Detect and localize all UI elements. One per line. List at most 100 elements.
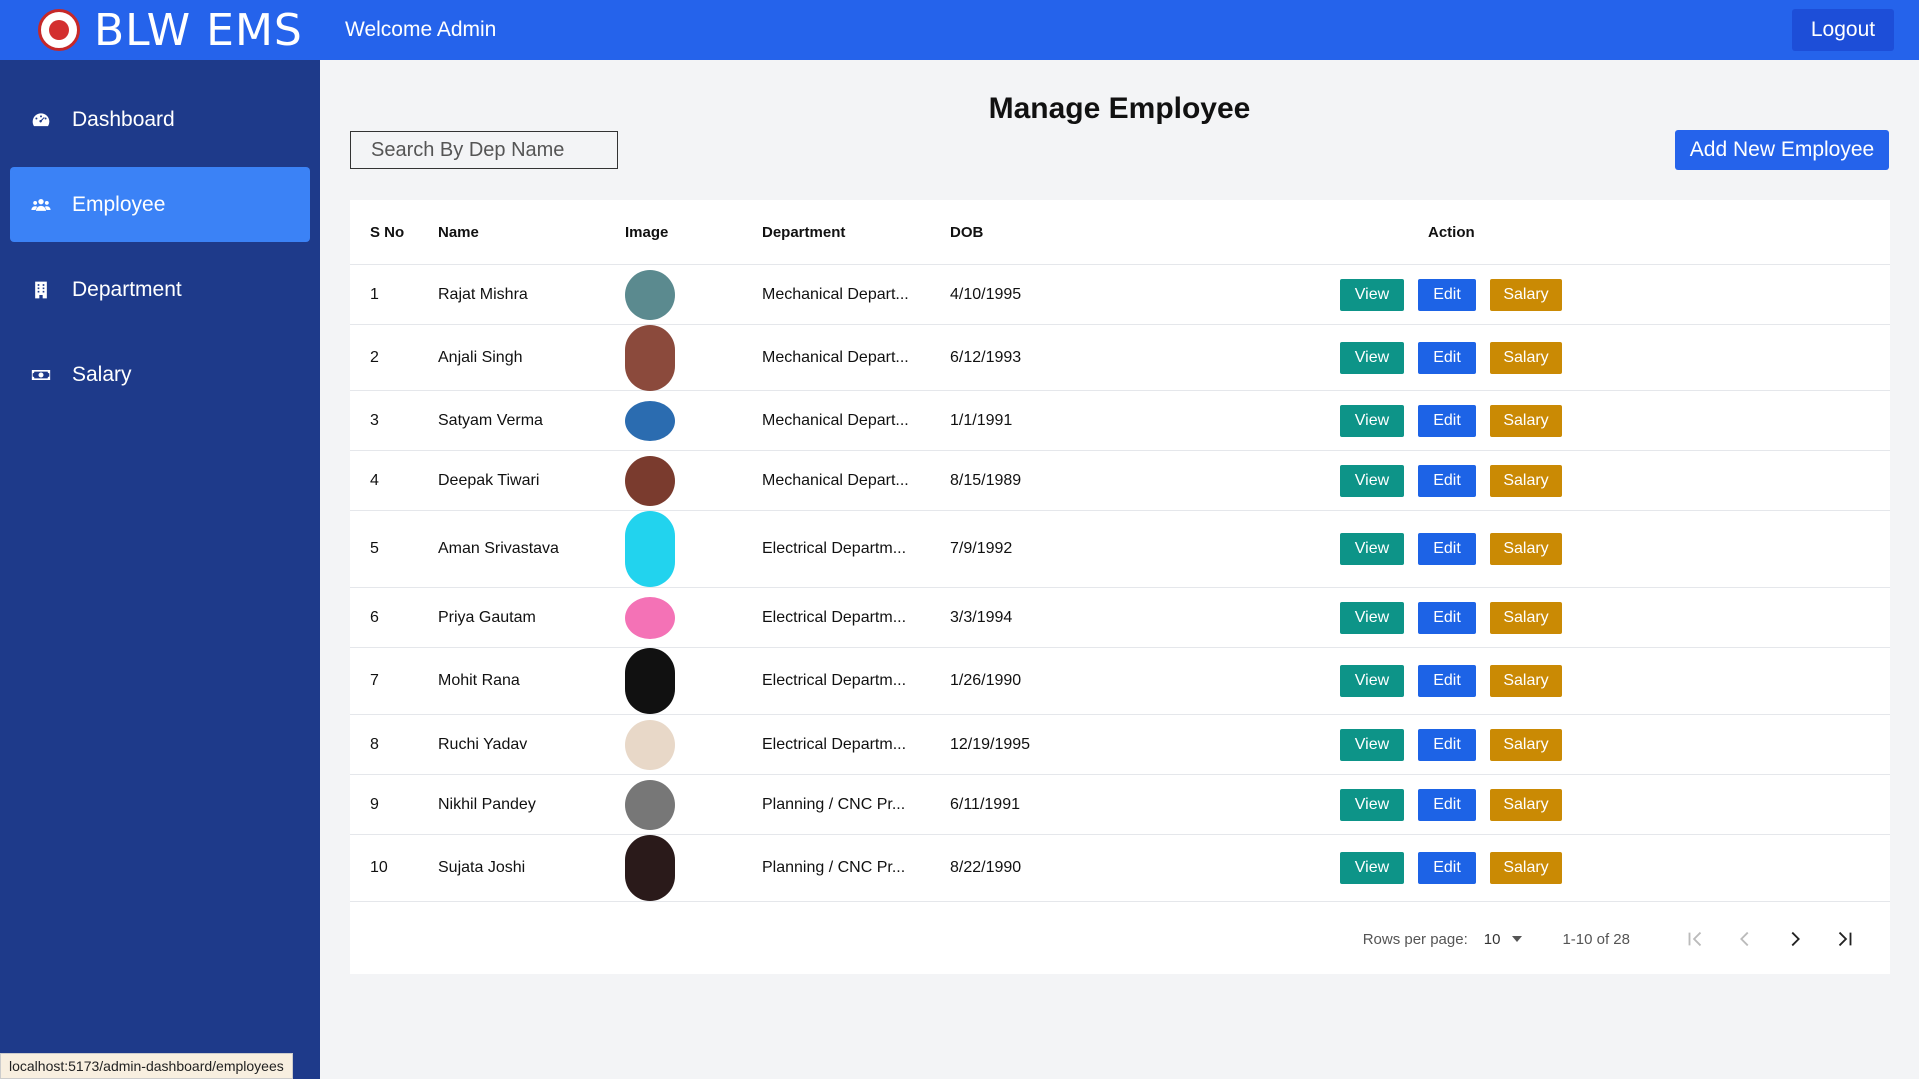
table-row: 7 Mohit Rana Electrical Departm... 1/26/199…	[350, 648, 1890, 715]
view-button[interactable]: View	[1340, 464, 1404, 497]
sidebar-item-label: Employee	[72, 192, 166, 216]
cell-department: Mechanical Depart...	[762, 411, 909, 429]
table-header: S No Name Image Department DOB Action	[350, 200, 1890, 265]
cell-dob: 8/22/1990	[950, 859, 1022, 876]
page-title: Manage Employee	[988, 92, 1251, 125]
cell-department: Electrical Departm...	[762, 735, 907, 753]
cell-department: Mechanical Depart...	[762, 471, 909, 489]
edit-button[interactable]: Edit	[1418, 533, 1476, 565]
salary-button[interactable]: Salary	[1490, 601, 1562, 634]
logout-button[interactable]: Logout	[1792, 9, 1894, 51]
cell-name: Sujata Joshi	[438, 859, 526, 876]
sidebar: BLW EMS Dashboard Employee Department Sa…	[0, 0, 320, 1079]
employee-avatar	[625, 835, 675, 901]
money-icon	[30, 364, 52, 386]
view-button[interactable]: View	[1340, 533, 1404, 565]
add-new-employee-button[interactable]: Add New Employee	[1675, 130, 1889, 170]
welcome-text: Welcome Admin	[345, 18, 497, 41]
view-button[interactable]: View	[1340, 665, 1404, 697]
table-row: 3 Satyam Verma Mechanical Depart... 1/1/199…	[350, 391, 1890, 451]
edit-button[interactable]: Edit	[1418, 788, 1476, 821]
cell-image	[625, 719, 762, 770]
cell-dob: 7/9/1992	[950, 540, 1013, 557]
cell-name: Anjali Singh	[438, 348, 523, 366]
cell-image	[625, 455, 762, 506]
users-icon	[30, 194, 52, 216]
cell-dob: 12/19/1995	[950, 735, 1031, 753]
table-row: 9 Nikhil Pandey Planning / CNC Pr... 6/11/1…	[350, 775, 1890, 835]
cell-sno: 9	[370, 795, 379, 813]
salary-button[interactable]: Salary	[1490, 852, 1562, 884]
cell-sno: 1	[370, 285, 379, 303]
first-page-button[interactable]	[1670, 919, 1720, 959]
cell-dob: 3/3/1994	[950, 608, 1013, 626]
next-page-button[interactable]	[1770, 919, 1820, 959]
salary-button[interactable]: Salary	[1490, 404, 1562, 437]
employee-avatar	[625, 779, 675, 830]
salary-button[interactable]: Salary	[1490, 665, 1562, 697]
column-header-name[interactable]: Name	[438, 224, 625, 241]
table-row: 1 Rajat Mishra Mechanical Depart... 4/10/19…	[350, 265, 1890, 325]
view-button[interactable]: View	[1340, 278, 1404, 311]
table-body: 1 Rajat Mishra Mechanical Depart... 4/10/19…	[350, 265, 1890, 902]
cell-image	[625, 835, 762, 901]
edit-button[interactable]: Edit	[1418, 601, 1476, 634]
pagination-range: 1-10 of 28	[1562, 930, 1630, 948]
edit-button[interactable]: Edit	[1418, 341, 1476, 374]
column-header-action: Action	[1428, 223, 1475, 241]
cell-name: Nikhil Pandey	[438, 795, 536, 813]
last-page-icon	[1838, 931, 1852, 947]
sidebar-item-salary[interactable]: Salary	[10, 337, 310, 412]
view-button[interactable]: View	[1340, 601, 1404, 634]
view-button[interactable]: View	[1340, 728, 1404, 761]
cell-dob: 1/1/1991	[950, 411, 1013, 429]
edit-button[interactable]: Edit	[1418, 404, 1476, 437]
cell-name: Satyam Verma	[438, 411, 543, 429]
blw-logo-icon	[38, 9, 80, 51]
column-header-dob[interactable]: DOB	[950, 224, 1158, 241]
view-button[interactable]: View	[1340, 404, 1404, 437]
sidebar-nav: Dashboard Employee Department Salary	[0, 60, 320, 412]
view-button[interactable]: View	[1340, 788, 1404, 821]
salary-button[interactable]: Salary	[1490, 788, 1562, 821]
edit-button[interactable]: Edit	[1418, 728, 1476, 761]
edit-button[interactable]: Edit	[1418, 464, 1476, 497]
view-button[interactable]: View	[1340, 852, 1404, 884]
cell-name: Deepak Tiwari	[438, 471, 540, 489]
edit-button[interactable]: Edit	[1418, 852, 1476, 884]
sidebar-item-employee[interactable]: Employee	[10, 167, 310, 242]
rows-per-page-select[interactable]: 10	[1484, 931, 1523, 948]
previous-page-button[interactable]	[1720, 919, 1770, 959]
sidebar-item-label: Department	[72, 277, 182, 301]
view-button[interactable]: View	[1340, 341, 1404, 374]
chevron-right-icon	[1791, 931, 1800, 947]
sidebar-item-department[interactable]: Department	[10, 252, 310, 327]
cell-actions: View Edit Salary	[1158, 533, 1890, 565]
sidebar-item-dashboard[interactable]: Dashboard	[10, 82, 310, 157]
brand: BLW EMS	[0, 0, 320, 60]
cell-actions: View Edit Salary	[1158, 341, 1890, 374]
status-bar-url: localhost:5173/admin-dashboard/employees	[0, 1053, 293, 1079]
salary-button[interactable]: Salary	[1490, 341, 1562, 374]
salary-button[interactable]: Salary	[1490, 278, 1562, 311]
cell-image	[625, 269, 762, 320]
salary-button[interactable]: Salary	[1490, 728, 1562, 761]
search-input[interactable]	[350, 131, 618, 169]
cell-name: Ruchi Yadav	[438, 735, 528, 753]
cell-dob: 8/15/1989	[950, 471, 1022, 489]
salary-button[interactable]: Salary	[1490, 533, 1562, 565]
column-header-image: Image	[625, 223, 669, 241]
last-page-button[interactable]	[1820, 919, 1870, 959]
cell-actions: View Edit Salary	[1158, 728, 1890, 761]
salary-button[interactable]: Salary	[1490, 464, 1562, 497]
edit-button[interactable]: Edit	[1418, 665, 1476, 697]
cell-name: Aman Srivastava	[438, 540, 559, 557]
employee-avatar	[625, 596, 675, 639]
cell-sno: 3	[370, 411, 379, 429]
table-row: 10 Sujata Joshi Planning / CNC Pr... 8/22/1…	[350, 835, 1890, 902]
cell-image	[625, 648, 762, 714]
employee-avatar	[625, 324, 675, 391]
edit-button[interactable]: Edit	[1418, 278, 1476, 311]
column-header-department[interactable]: Department	[762, 224, 950, 241]
column-header-sno[interactable]: S No	[350, 224, 438, 241]
